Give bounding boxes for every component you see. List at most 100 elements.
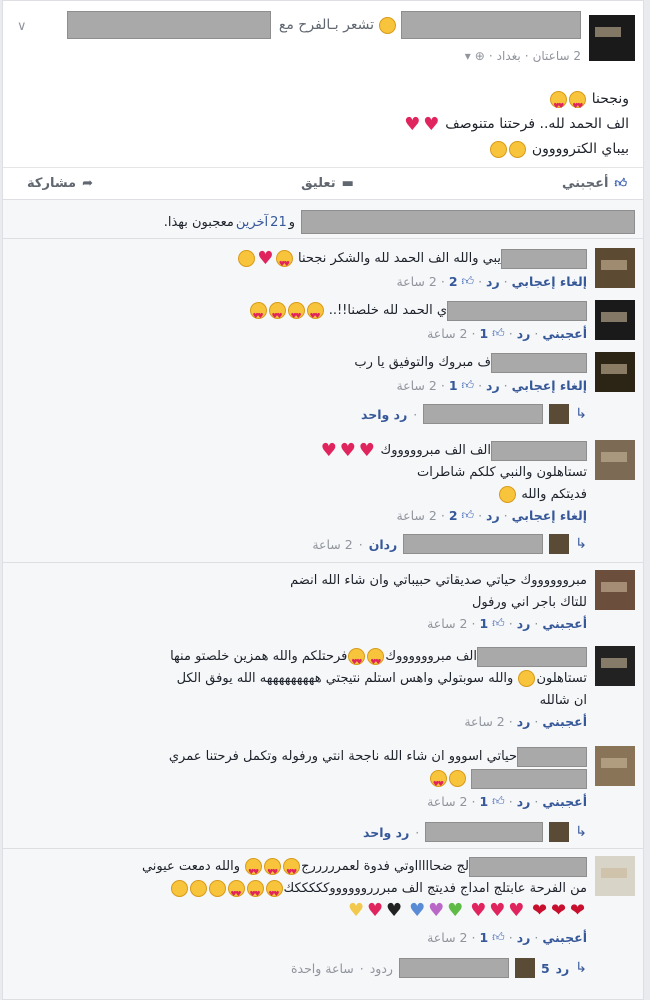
purple-heart-icon: ♥ [428,900,445,921]
like-button[interactable]: 👍︎ أعجبني [562,176,627,191]
like-link[interactable]: أعجبني [542,616,587,631]
commenter-avatar[interactable] [595,570,635,610]
replier-name-redacted [398,958,509,978]
commenter-avatar[interactable] [595,248,635,288]
comment-meta: أعجبني · رد · 👍︎ 1 · 2 ساعة [427,616,587,631]
commenter-name-redacted[interactable] [501,248,587,269]
post-location[interactable]: بغداد [497,49,521,63]
reply-link[interactable]: رد [517,326,531,341]
comment-meta: إلغاء إعجابي · رد · 👍︎ 2 · 2 ساعة [396,274,587,289]
post-time[interactable]: 2 ساعتان [533,49,581,63]
kiss-emoji-icon [499,486,517,503]
commenter-avatar[interactable] [595,646,635,686]
reply-arrow-icon: ↳ [575,406,587,422]
comment-time[interactable]: 2 ساعة [396,378,436,393]
reply-link[interactable]: رد [486,274,500,289]
author-avatar[interactable] [589,15,635,61]
commenter-avatar[interactable] [595,352,635,392]
like-link[interactable]: أعجبني [542,930,587,945]
heart-icon: ♥ [358,440,375,461]
tagged-name-redacted[interactable] [66,11,271,39]
comment-icon: ▬ [341,176,354,191]
reply-link[interactable]: رد [517,794,531,809]
post-body: ونجحنا الف الحمد لله.. فرحتنا متنوصف ♥♥ … [403,87,629,162]
chevron-down-icon[interactable]: ∨ [17,19,27,34]
comment-time[interactable]: 2 ساعة [396,274,436,289]
smile-emoji-icon [379,16,396,34]
heart-eyes-emoji-icon [287,302,305,327]
heart-eyes-emoji-icon [265,880,283,905]
comment-time[interactable]: 2 ساعة [464,714,504,729]
heart-icon: ♥ [257,248,274,269]
replier-name-redacted [425,822,544,842]
unlike-link[interactable]: إلغاء إعجابي [512,378,587,393]
replies-link[interactable]: ↳ · رد واحد [363,822,587,842]
replies-count[interactable]: 5 [541,961,550,976]
commenter-avatar[interactable] [595,856,635,896]
reply-link[interactable]: رد [517,714,531,729]
heart-eyes-emoji-icon [569,90,587,119]
like-link[interactable]: أعجبني [542,714,587,729]
replier-avatar [549,404,570,424]
replies-count[interactable]: رد واحد [363,825,409,840]
reply-link[interactable]: رد [517,930,531,945]
unlike-link[interactable]: إلغاء إعجابي [512,274,587,289]
replies-count[interactable]: ردان [369,537,398,552]
share-button[interactable]: ➦ مشاركة [27,176,93,191]
like-link[interactable]: أعجبني [542,794,587,809]
like-count-icon: 👍︎ [492,930,505,944]
replier-name-redacted [423,404,544,424]
unlike-link[interactable]: إلغاء إعجابي [512,508,587,523]
reply-link[interactable]: رد [486,508,500,523]
replies-link[interactable]: ↳ ردان · 2 ساعة [312,534,587,554]
comment-time[interactable]: 2 ساعة [427,794,467,809]
reply-arrow-icon: ↳ [575,536,587,552]
post-line-1: ونجحنا [591,91,629,107]
lips-icon: ❤ [569,900,586,921]
commenter-name-redacted[interactable] [491,440,587,461]
likes-summary[interactable]: و 21 آخرين معجبون بهذا. [164,210,635,234]
comment-text: مبرووووووك حياتي صديقاتي حبيباتي وان شاء… [290,573,587,610]
replies-link[interactable]: ↳ رد 5 ردود · ساعة واحدة [291,958,587,978]
redacted-text [471,768,587,789]
commenter-name-redacted[interactable] [469,856,587,877]
like-count-icon: 👍︎ [461,378,475,392]
comment-meta: أعجبني · رد · 2 ساعة [464,714,587,729]
comment-text-line2: تستاهلون والنبي كلكم شاطرات [417,465,587,480]
blue-heart-icon: ♥ [409,900,426,921]
divider [3,562,643,563]
likers-redacted[interactable] [301,210,635,234]
heart-eyes-emoji-icon [429,770,447,795]
kiss-emoji-icon [208,880,226,897]
reply-link[interactable]: رد [517,616,531,631]
heart-eyes-emoji-icon [245,858,263,883]
commenter-name-redacted[interactable] [491,352,587,373]
heart-eyes-emoji-icon [306,302,324,327]
commenter-name-redacted[interactable] [517,746,587,767]
commenter-avatar[interactable] [595,440,635,480]
commenter-avatar[interactable] [595,300,635,340]
comment-time[interactable]: 2 ساعة [427,326,467,341]
comment-button[interactable]: ▬ تعليق [301,176,354,191]
divider [3,848,643,849]
commenter-name-redacted[interactable] [477,646,587,667]
replies-count[interactable]: رد واحد [361,407,407,422]
comment-text: ف مبروك والتوفيق يا رب [7,352,587,374]
heart-icon: ♥ [470,900,487,921]
commenter-avatar[interactable] [595,746,635,786]
green-heart-icon: ♥ [447,900,464,921]
comment-time[interactable]: 2 ساعة [427,616,467,631]
like-link[interactable]: أعجبني [542,326,587,341]
replier-avatar [549,534,570,554]
audience-dropdown-icon[interactable]: ▾ [465,49,471,63]
author-name-redacted[interactable] [401,11,581,39]
comment-time[interactable]: 2 ساعة [396,508,436,523]
replies-link[interactable]: ↳ · رد واحد [361,404,587,424]
comment-meta: إلغاء إعجابي · رد · 👍︎ 1 · 2 ساعة [396,378,587,393]
post-header: تشعر بـالفرح مع 2 ساعتان · بغداد · ⊕ ▾ ∨ [3,1,643,77]
commenter-name-redacted[interactable] [447,300,587,321]
comment-time[interactable]: 2 ساعة [427,930,467,945]
kiss-emoji-icon [518,670,536,687]
comment-meta: إلغاء إعجابي · رد · 👍︎ 2 · 2 ساعة [396,508,587,523]
reply-link[interactable]: رد [486,378,500,393]
